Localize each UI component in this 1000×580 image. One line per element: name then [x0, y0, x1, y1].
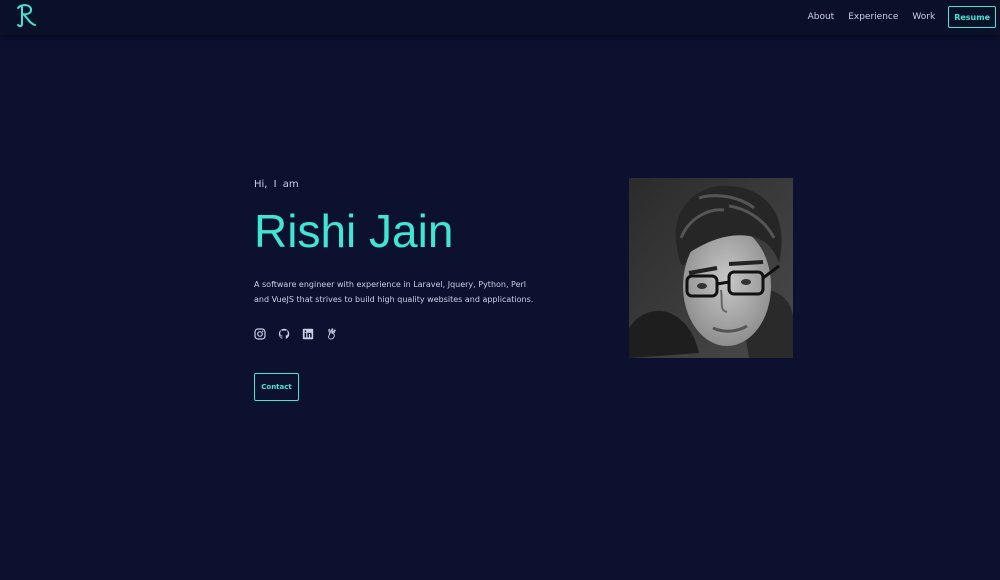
hero-intro: Hi, I am Rishi Jain A software engineer … [254, 178, 554, 307]
profile-photo-portrait [629, 178, 793, 358]
profile-photo [629, 178, 793, 358]
greeting-text: Hi, I am [254, 179, 299, 190]
hero-description: A software engineer with experience in L… [254, 280, 534, 304]
nav-link-experience[interactable]: Experience [848, 12, 898, 22]
contact-button[interactable]: Contact [254, 373, 299, 401]
hero-name: Rishi Jain [254, 205, 454, 257]
resume-button[interactable]: Resume [948, 6, 996, 28]
linkedin-icon[interactable] [302, 328, 314, 340]
navbar: About Experience Work Resume [0, 0, 1000, 35]
social-links [254, 328, 350, 340]
page: About Experience Work Resume Hi, I am Ri… [0, 0, 1000, 580]
logo-icon[interactable] [14, 2, 38, 30]
nav-link-work[interactable]: Work [912, 12, 935, 22]
github-icon[interactable] [278, 328, 290, 340]
angellist-icon[interactable] [326, 328, 338, 340]
nav-link-about[interactable]: About [808, 12, 835, 22]
instagram-icon[interactable] [254, 328, 266, 340]
nav-menu: About Experience Work Resume [794, 5, 996, 29]
